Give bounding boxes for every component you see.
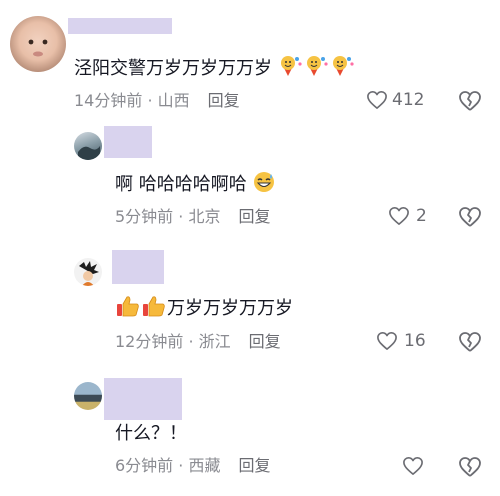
reply-button[interactable]: 回复 xyxy=(249,332,281,351)
broken-heart-icon xyxy=(459,207,481,227)
heart-icon xyxy=(403,457,423,475)
meta-separator: · xyxy=(142,91,158,110)
comment-meta: 14分钟前 · 山西 回复 xyxy=(74,91,240,111)
comment-text: 啊 哈哈哈哈啊哈 xyxy=(115,170,276,201)
meta-separator: · xyxy=(183,332,199,351)
comment-text-body: 泾阳交警万岁万岁万万岁 xyxy=(74,58,272,79)
comment-location: 北京 xyxy=(188,207,221,226)
avatar[interactable] xyxy=(10,16,66,72)
comment-meta: 12分钟前 · 浙江 回复 xyxy=(115,332,281,352)
like-button[interactable] xyxy=(402,456,424,476)
comment-location: 西藏 xyxy=(188,456,221,475)
party-face-emoji xyxy=(330,54,356,85)
comment-3: 万岁万岁万万岁 12分钟前 · 浙江 回复 16 xyxy=(0,240,500,370)
comment-1: 泾阳交警万岁万岁万万岁 14分钟前 · 山西 回复 412 xyxy=(0,0,500,120)
comment-text-body: 什么？！ xyxy=(115,423,187,444)
comment-time: 6分钟前 xyxy=(115,456,174,475)
reply-button[interactable]: 回复 xyxy=(238,207,270,226)
dislike-button[interactable] xyxy=(458,90,482,116)
like-count: 412 xyxy=(392,90,425,110)
username-redacted[interactable] xyxy=(112,250,164,284)
avatar[interactable] xyxy=(74,132,102,160)
comment-meta: 6分钟前 · 西藏 回复 xyxy=(115,456,270,476)
dislike-button[interactable] xyxy=(458,456,482,482)
comment-time: 14分钟前 xyxy=(74,91,143,110)
comment-4: 什么？！ 6分钟前 · 西藏 回复 xyxy=(0,370,500,496)
comment-text-body: 万岁万岁万万岁 xyxy=(167,298,293,319)
dislike-button[interactable] xyxy=(458,331,482,357)
like-count: 2 xyxy=(416,206,427,226)
meta-separator: · xyxy=(173,207,189,226)
comment-text: 万岁万岁万万岁 xyxy=(115,294,293,325)
broken-heart-icon xyxy=(459,457,481,477)
dislike-button[interactable] xyxy=(458,206,482,232)
like-button[interactable]: 2 xyxy=(388,206,427,226)
party-face-emoji xyxy=(278,54,304,85)
like-count: 16 xyxy=(404,331,426,351)
broken-heart-icon xyxy=(459,332,481,352)
meta-separator: · xyxy=(173,456,189,475)
heart-icon xyxy=(389,207,409,225)
avatar[interactable] xyxy=(74,382,102,410)
party-face-emoji xyxy=(304,54,330,85)
comment-text: 什么？！ xyxy=(115,422,187,446)
comment-location: 浙江 xyxy=(198,332,231,351)
comment-text-body: 啊 哈哈哈哈啊哈 xyxy=(115,174,247,195)
comment-text: 泾阳交警万岁万岁万万岁 xyxy=(74,54,356,85)
comment-time: 5分钟前 xyxy=(115,207,174,226)
thumbs-up-emoji xyxy=(115,294,141,325)
comment-time: 12分钟前 xyxy=(115,332,184,351)
thumbs-up-emoji xyxy=(141,294,167,325)
reply-button[interactable]: 回复 xyxy=(238,456,270,475)
reply-button[interactable]: 回复 xyxy=(208,91,240,110)
comment-meta: 5分钟前 · 北京 回复 xyxy=(115,207,270,227)
username-redacted[interactable] xyxy=(104,126,152,158)
comment-2: 啊 哈哈哈哈啊哈 5分钟前 · 北京 回复 2 xyxy=(0,120,500,240)
like-button[interactable]: 16 xyxy=(376,331,426,351)
username-redacted[interactable] xyxy=(104,378,182,420)
broken-heart-icon xyxy=(459,91,481,111)
grinning-sweat-emoji xyxy=(252,170,276,201)
comment-location: 山西 xyxy=(157,91,190,110)
heart-icon xyxy=(367,91,387,109)
like-button[interactable]: 412 xyxy=(366,90,424,110)
avatar[interactable] xyxy=(74,258,102,286)
username-redacted[interactable] xyxy=(68,18,172,34)
heart-icon xyxy=(377,332,397,350)
